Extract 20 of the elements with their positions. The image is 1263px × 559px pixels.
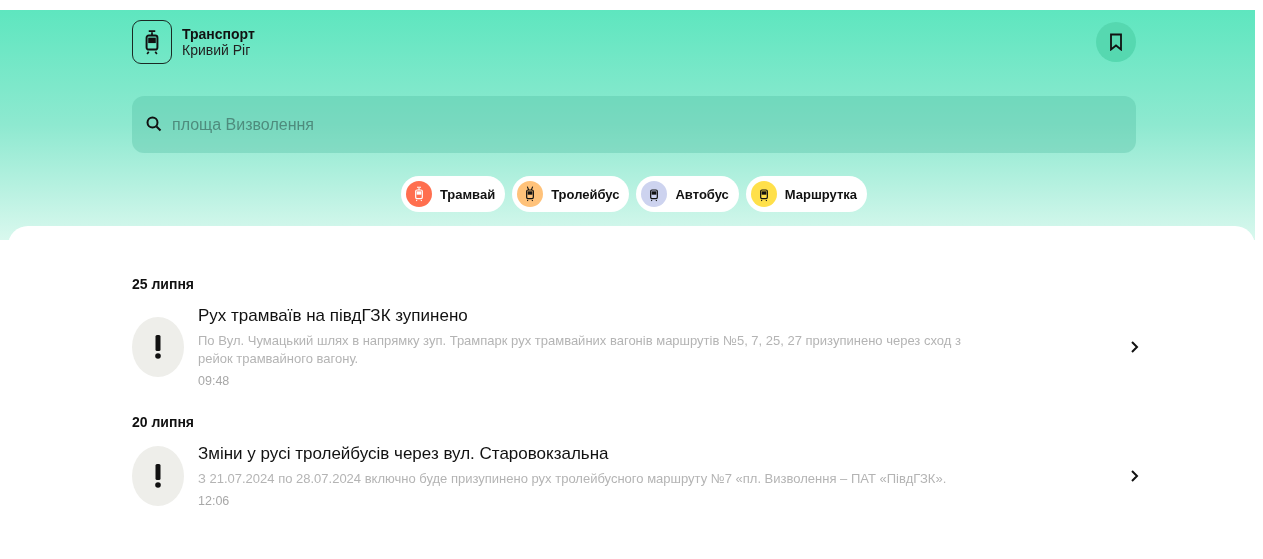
bookmark-button[interactable] bbox=[1096, 22, 1136, 62]
alert-icon bbox=[132, 317, 184, 377]
news-time: 12:06 bbox=[198, 494, 231, 508]
news-date: 25 липня bbox=[132, 276, 196, 292]
transport-filter-chip[interactable]: Тролейбус bbox=[512, 176, 630, 212]
tram-logo-icon bbox=[132, 20, 172, 64]
transport-filter-chip[interactable]: Трамвай bbox=[400, 176, 506, 212]
city-name: Кривий Ріг bbox=[182, 42, 252, 58]
transport-filter-chip[interactable]: Маршрутка bbox=[745, 176, 868, 212]
transport-filter-chip[interactable]: Автобус bbox=[636, 176, 739, 212]
search-icon bbox=[146, 116, 162, 132]
news-date: 20 липня bbox=[132, 414, 196, 430]
app-title: Транспорт bbox=[182, 26, 255, 42]
news-title[interactable]: Рух трамваїв на півдГЗК зупинено bbox=[198, 306, 1068, 326]
news-text: З 21.07.2024 по 28.07.2024 включно буде призупинено рух тролейбусного маршруту №7 «пл. Визволення – ПАТ «ПівдГЗК». bbox=[198, 470, 948, 488]
bookmark-icon bbox=[1108, 33, 1124, 51]
news-time: 09:48 bbox=[198, 374, 231, 388]
news-title[interactable]: Зміни у русі тролейбусів через вул. Старовокзальна bbox=[198, 444, 1068, 464]
alert-icon bbox=[132, 446, 184, 506]
news-text: По Вул. Чумацький шлях в напрямку зуп. Трампарк рух трамвайних вагонів маршрутів №5, 7, 25, 27 призупинено через сход з рейок трамвайного вагону. bbox=[198, 332, 962, 368]
